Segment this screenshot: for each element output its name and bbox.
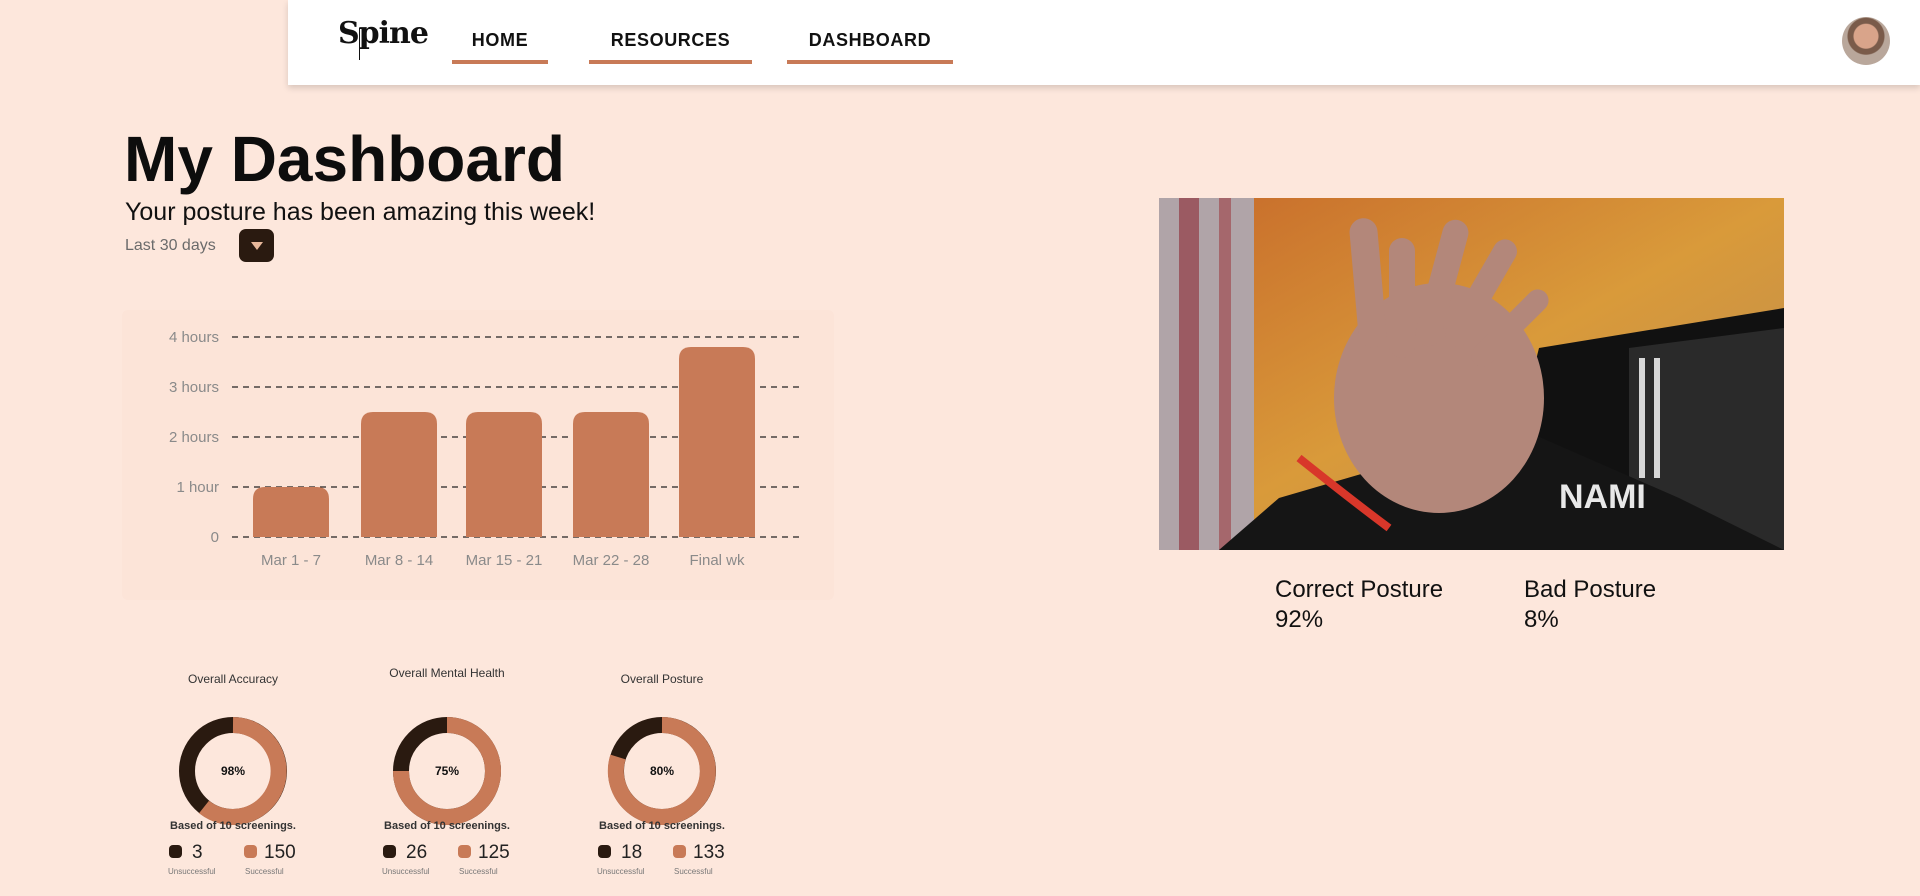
unsuccessful-count: 18 xyxy=(621,842,643,863)
user-avatar[interactable] xyxy=(1842,17,1890,65)
unsuccessful-count: 26 xyxy=(406,842,428,863)
donut-note: Based of 10 screenings. xyxy=(599,820,725,832)
nav-tab-label: DASHBOARD xyxy=(808,30,932,50)
unsuccessful-caption: Unsuccessful xyxy=(382,867,430,876)
donut-chart: 75% xyxy=(393,717,501,825)
unsuccessful-caption: Unsuccessful xyxy=(168,867,216,876)
y-tick-label: 0 xyxy=(211,529,219,546)
bad-posture-stat: Bad Posture 8% xyxy=(1524,575,1656,635)
unsuccessful-caption: Unsuccessful xyxy=(597,867,645,876)
date-range-label: Last 30 days xyxy=(125,237,216,254)
donut-title: Overall Mental Health xyxy=(389,666,505,680)
nav-tab-label: RESOURCES xyxy=(610,30,731,50)
donut-title: Overall Posture xyxy=(620,672,704,686)
bad-posture-value: 8% xyxy=(1524,606,1559,633)
y-tick-label: 3 hours xyxy=(169,379,219,396)
donut-overall-posture: Overall Posture 80% Based of 10 screenin… xyxy=(567,672,757,896)
webcam-image: NAMI xyxy=(1159,198,1784,550)
nav-tab-home[interactable]: HOME xyxy=(452,30,548,64)
webcam-feed: NAMI xyxy=(1159,198,1784,550)
bad-posture-label: Bad Posture xyxy=(1524,576,1657,603)
chart-bar xyxy=(253,487,329,537)
donut-chart: 80% xyxy=(607,717,716,825)
chart-bar xyxy=(573,412,649,537)
date-range-dropdown-button[interactable] xyxy=(239,229,274,262)
x-tick-label: Mar 8 - 14 xyxy=(365,552,433,569)
svg-text:NAMI: NAMI xyxy=(1559,478,1646,516)
donut-percent: 75% xyxy=(435,764,459,778)
donut-percent: 80% xyxy=(650,764,674,778)
correct-posture-label: Correct Posture xyxy=(1275,576,1444,603)
unsuccessful-legend-dot xyxy=(598,845,611,858)
donut-overall-accuracy: Overall Accuracy 98% Based of 10 screeni… xyxy=(138,672,328,896)
weekly-hours-chart: 0 1 hour 2 hours 3 hours 4 hours Mar 1 - 7 Mar… xyxy=(122,310,834,600)
donut-percent: 98% xyxy=(221,764,245,778)
unsuccessful-legend-dot xyxy=(169,845,182,858)
correct-posture-value: 92% xyxy=(1275,606,1324,633)
unsuccessful-count: 3 xyxy=(192,842,203,863)
x-tick-label: Final wk xyxy=(689,552,745,569)
y-tick-label: 1 hour xyxy=(176,479,219,496)
x-tick-label: Mar 15 - 21 xyxy=(466,552,543,569)
x-tick-label: Mar 1 - 7 xyxy=(261,552,321,569)
nav-tab-dashboard[interactable]: DASHBOARD xyxy=(787,30,953,64)
unsuccessful-legend-dot xyxy=(383,845,396,858)
nav-tab-label: HOME xyxy=(471,30,529,50)
page-subtitle: Your posture has been amazing this week! xyxy=(125,198,596,226)
logo-spine-line xyxy=(359,28,360,60)
successful-count: 133 xyxy=(693,842,725,863)
app-logo[interactable]: Spine xyxy=(338,16,429,51)
donut-chart: 98% xyxy=(179,717,287,825)
nav-tab-resources[interactable]: RESOURCES xyxy=(589,30,752,64)
donut-note: Based of 10 screenings. xyxy=(384,820,510,832)
y-tick-label: 4 hours xyxy=(169,329,219,346)
successful-legend-dot xyxy=(244,845,257,858)
correct-posture-stat: Correct Posture 92% xyxy=(1275,575,1443,635)
successful-caption: Successful xyxy=(459,867,498,876)
successful-caption: Successful xyxy=(245,867,284,876)
successful-count: 125 xyxy=(478,842,510,863)
successful-caption: Successful xyxy=(674,867,713,876)
successful-legend-dot xyxy=(458,845,471,858)
bar-chart-svg: 0 1 hour 2 hours 3 hours 4 hours Mar 1 - 7 Mar… xyxy=(169,329,802,569)
chart-bar xyxy=(466,412,542,537)
chart-bar xyxy=(361,412,437,537)
successful-count: 150 xyxy=(264,842,296,863)
x-tick-label: Mar 22 - 28 xyxy=(573,552,650,569)
top-navbar: Spine HOME RESOURCES DASHBOARD xyxy=(288,0,1920,85)
y-tick-label: 2 hours xyxy=(169,429,219,446)
donut-overall-mental-health: Overall Mental Health 75% Based of 10 sc… xyxy=(352,666,542,896)
successful-legend-dot xyxy=(673,845,686,858)
page-title: My Dashboard xyxy=(124,123,565,195)
donut-title: Overall Accuracy xyxy=(187,672,279,686)
chart-bar xyxy=(679,347,755,537)
donut-note: Based of 10 screenings. xyxy=(170,820,296,832)
